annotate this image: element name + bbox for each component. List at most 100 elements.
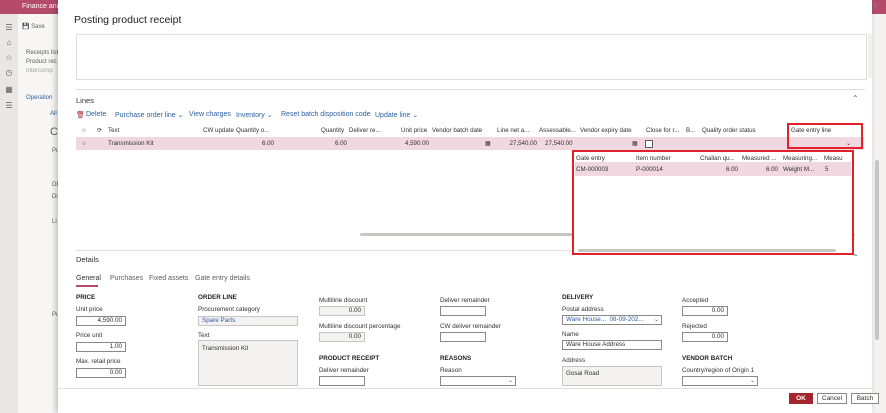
refresh-icon[interactable]: ⟳ — [97, 127, 102, 134]
lookup-header-challan-quantity[interactable]: Challan qu... — [700, 155, 735, 162]
tab-fixed-assets[interactable]: Fixed assets — [149, 275, 188, 282]
row-select-radio[interactable]: ○ — [82, 140, 86, 147]
background-panel-item[interactable]: Product rec — [26, 59, 57, 65]
lookup-cell-gate-entry[interactable]: CM-000003 — [576, 166, 608, 173]
close-for-receipt-checkbox[interactable] — [645, 140, 653, 148]
column-header-close-for-receipt[interactable]: Close for r... — [646, 127, 679, 134]
reset-batch-disposition-button[interactable]: Reset batch disposition code — [281, 111, 371, 118]
accepted-label: Accepted — [682, 297, 709, 304]
postal-address-select[interactable]: Ware House... 08-09-202... ⌄ — [562, 315, 662, 325]
reason-label: Reason — [440, 367, 462, 374]
tab-general[interactable]: General — [76, 275, 101, 282]
star-icon[interactable]: ☆ — [5, 54, 13, 62]
lookup-cell-measu[interactable]: 5 — [825, 166, 828, 173]
lookup-header-measuring[interactable]: Measuring... — [783, 155, 817, 162]
procurement-category-field[interactable]: Spare Parts — [198, 316, 298, 326]
column-header-text[interactable]: Text — [108, 127, 119, 134]
lookup-cell-item-number[interactable]: P-000014 — [636, 166, 663, 173]
menu-icon[interactable]: ☰ — [5, 24, 13, 32]
cw-deliver-remainder-field[interactable] — [440, 332, 486, 342]
column-header-vendor-expiry-date[interactable]: Vendor expiry date — [580, 127, 632, 134]
workspace-icon[interactable]: ▦ — [5, 86, 13, 94]
purchase-order-line-menu[interactable]: Purchase order line ⌄ — [115, 111, 184, 119]
text-field[interactable]: Transmission Kit — [198, 340, 298, 386]
delivery-group-heading: DELIVERY — [562, 294, 594, 301]
inventory-menu[interactable]: Inventory ⌄ — [236, 111, 273, 119]
delete-button[interactable]: Delete — [86, 111, 106, 118]
cell-line-net-amount[interactable]: 27,540.00 — [500, 140, 537, 147]
multiline-discount-percentage-field[interactable]: 0.00 — [319, 332, 365, 342]
max-retail-price-label: Max. retail price — [76, 358, 121, 365]
cancel-button[interactable]: Cancel — [817, 393, 847, 404]
column-header-quality-order-status[interactable]: Quality order status — [702, 127, 756, 134]
active-tab-indicator — [76, 285, 98, 287]
view-charges-button[interactable]: View charges — [189, 111, 231, 118]
price-group-heading: PRICE — [76, 294, 96, 301]
background-save-button[interactable]: 💾 Save — [22, 23, 45, 30]
clock-icon[interactable]: ◷ — [5, 69, 13, 77]
column-header-vendor-batch-date[interactable]: Vendor batch date — [432, 127, 482, 134]
order-line-group-heading: ORDER LINE — [198, 294, 237, 301]
update-line-menu[interactable]: Update line ⌄ — [375, 111, 418, 119]
multiline-discount-label: Multiline discount — [319, 297, 368, 304]
column-header-unit-price[interactable]: Unit price — [401, 127, 427, 134]
multiline-discount-percentage-label: Multiline discount percentage — [319, 323, 401, 330]
unit-price-field[interactable]: 4,590.00 — [76, 316, 126, 326]
column-header-deliver-remainder[interactable]: Deliver re... — [349, 127, 381, 134]
list-icon[interactable]: ☰ — [5, 102, 13, 110]
max-retail-price-field[interactable]: 0.00 — [76, 368, 126, 378]
cell-unit-price[interactable]: 4,590.00 — [396, 140, 429, 147]
home-icon[interactable]: ⌂ — [5, 39, 13, 47]
column-header-quantity-ordered[interactable]: Quantity o... — [236, 127, 269, 134]
overview-scrollbar[interactable] — [868, 34, 872, 78]
table-row[interactable] — [76, 137, 864, 150]
postal-address-label: Postal address — [562, 306, 604, 313]
background-panel-item[interactable]: Intercomp — [26, 68, 53, 74]
lookup-header-measured[interactable]: Measured ... — [742, 155, 776, 162]
lookup-cell-measured[interactable]: 6.00 — [752, 166, 778, 173]
tab-purchases[interactable]: Purchases — [110, 275, 143, 282]
select-all-radio[interactable]: ○ — [82, 127, 86, 134]
divider — [76, 250, 572, 251]
lookup-horizontal-scrollbar[interactable] — [578, 249, 836, 252]
lookup-cell-measuring[interactable]: Weight M... — [783, 166, 814, 173]
address-field[interactable]: Gosai Road — [562, 366, 662, 386]
accepted-field[interactable]: 0.00 — [682, 306, 728, 316]
cell-quantity-ordered[interactable]: 6.00 — [240, 140, 274, 147]
rejected-label: Rejected — [682, 323, 707, 330]
rejected-field[interactable]: 0.00 — [682, 332, 728, 342]
column-header-cw-update[interactable]: CW update — [203, 127, 234, 134]
column-header-assessable[interactable]: Assessable... — [539, 127, 576, 134]
country-of-origin-select[interactable]: ⌄ — [682, 376, 758, 386]
details-section-title[interactable]: Details — [76, 255, 99, 264]
dialog-vertical-scrollbar[interactable] — [875, 160, 879, 340]
cell-assessable[interactable]: 27,540.00 — [545, 140, 573, 147]
batch-button[interactable]: Batch — [851, 393, 879, 404]
column-header-quantity[interactable]: Quantity — [321, 127, 344, 134]
cell-quantity[interactable]: 6.00 — [310, 140, 347, 147]
price-unit-field[interactable]: 1.00 — [76, 342, 126, 352]
cell-text[interactable]: Transmission Kit — [108, 140, 154, 147]
multiline-discount-field[interactable]: 0.00 — [319, 306, 365, 316]
details-collapse-chevron-icon[interactable]: ⌃ — [852, 253, 859, 262]
lookup-header-item-number[interactable]: Item number — [636, 155, 671, 162]
tab-gate-entry-details[interactable]: Gate entry details — [195, 275, 250, 282]
lookup-header-measu[interactable]: Measu — [824, 155, 843, 162]
background-panel-item[interactable]: Receipts list — [26, 50, 58, 56]
lines-collapse-chevron-icon[interactable]: ⌃ — [852, 94, 859, 103]
product-receipt-deliver-remainder-field[interactable] — [319, 376, 365, 386]
deliver-remainder-field[interactable] — [440, 306, 486, 316]
lines-section-title[interactable]: Lines — [76, 96, 94, 105]
help-icon[interactable]: ? — [872, 2, 877, 12]
column-header-b[interactable]: B... — [686, 127, 695, 134]
background-operations-tab[interactable]: Operation — [26, 95, 52, 101]
name-field[interactable]: Ware House Address — [562, 340, 662, 350]
calendar-icon[interactable]: ▦ — [485, 140, 491, 147]
ok-button[interactable]: OK — [789, 393, 813, 404]
lookup-header-gate-entry[interactable]: Gate entry — [576, 155, 605, 162]
background-all-filter[interactable]: All — [50, 111, 57, 117]
reason-select[interactable]: ⌄ — [440, 376, 516, 386]
calendar-icon[interactable]: ▦ — [632, 140, 638, 147]
lookup-cell-challan-quantity[interactable]: 6.00 — [712, 166, 738, 173]
column-header-line-net-amount[interactable]: Line net a... — [497, 127, 529, 134]
